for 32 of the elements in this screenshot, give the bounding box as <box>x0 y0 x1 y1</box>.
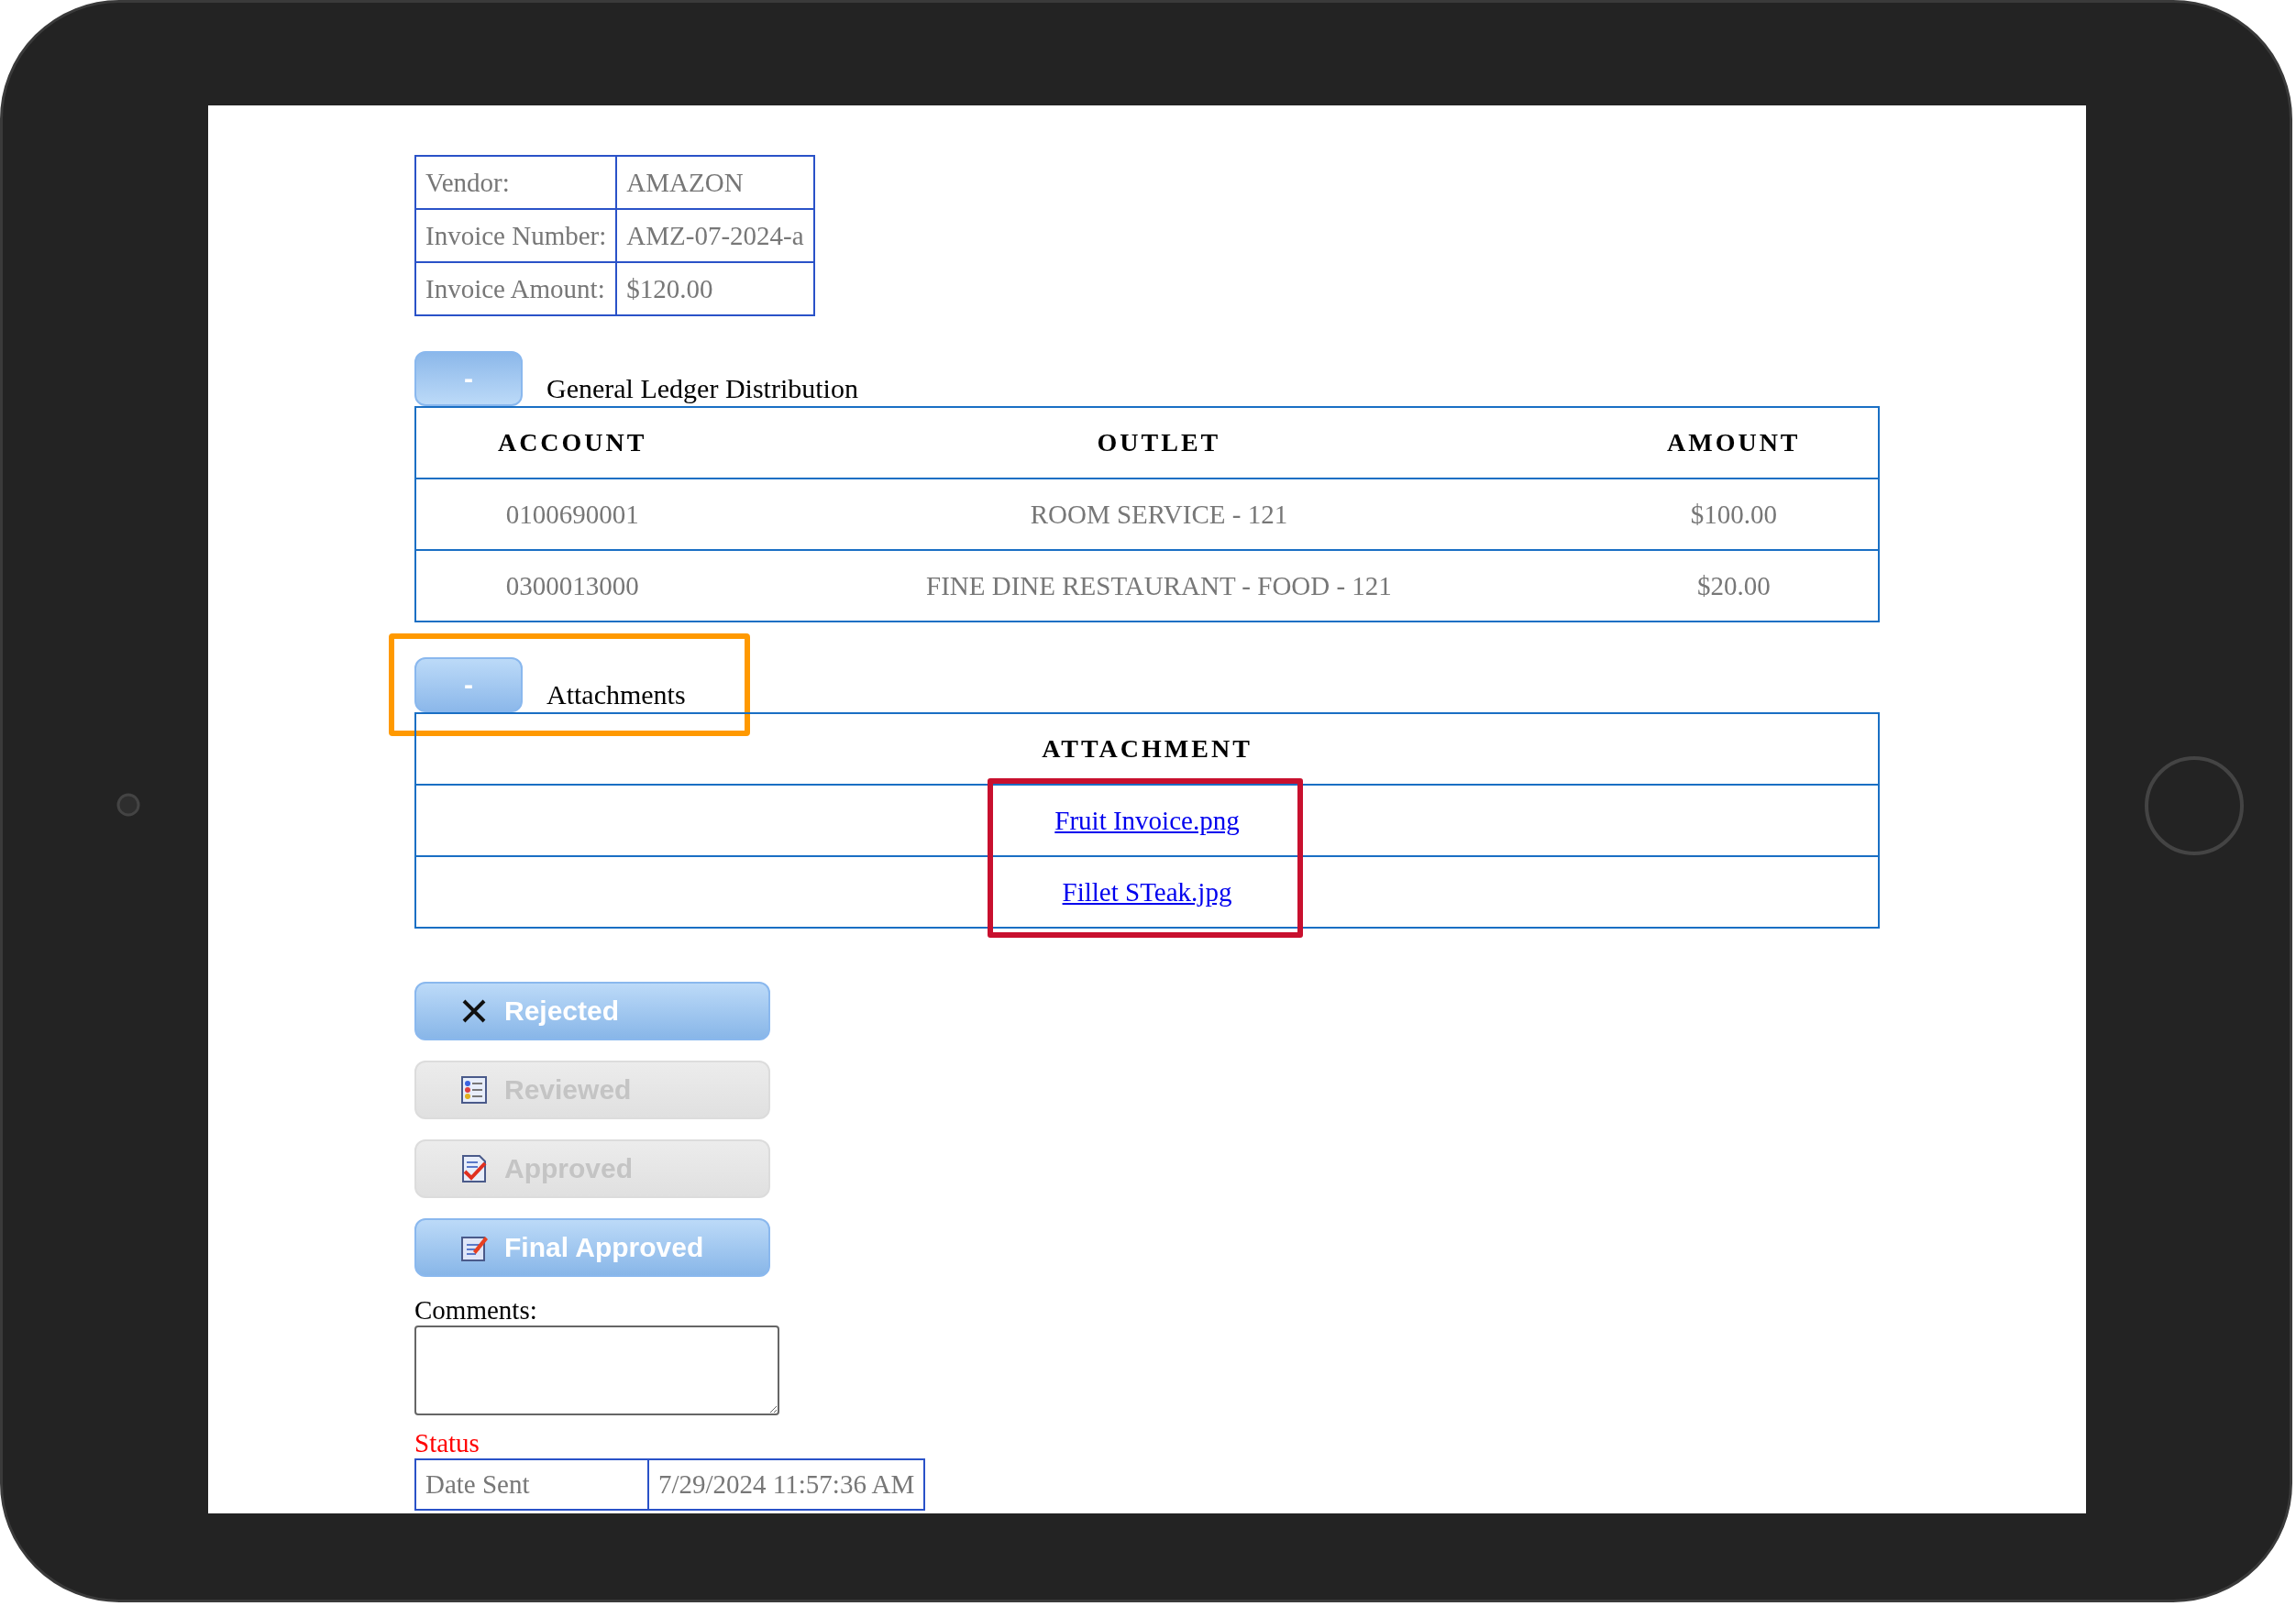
checked-document-icon <box>460 1154 488 1183</box>
collapse-button[interactable]: - <box>414 351 523 406</box>
list-icon <box>460 1075 488 1105</box>
table-cell: $20.00 <box>1589 550 1879 622</box>
camera-icon <box>116 793 140 817</box>
collapse-button[interactable]: - <box>414 657 523 712</box>
column-header: OUTLET <box>728 407 1590 478</box>
action-button[interactable]: Rejected <box>414 982 770 1040</box>
field-value: 7/29/2024 11:57:36 AM <box>648 1459 925 1510</box>
section-title: General Ledger Distribution <box>546 373 858 405</box>
field-value: AMZ-07-2024-a <box>616 209 814 262</box>
field-value: AMAZON <box>616 156 814 209</box>
table-cell: $100.00 <box>1589 478 1879 550</box>
table-cell: 0300013000 <box>415 550 729 622</box>
table-cell: ROOM SERVICE - 121 <box>728 478 1590 550</box>
table-cell: 0100690001 <box>415 478 729 550</box>
field-label: Invoice Number: <box>415 209 617 262</box>
column-header: ACCOUNT <box>415 407 729 478</box>
field-label: Invoice Amount: <box>415 262 617 315</box>
attachment-link[interactable]: Fruit Invoice.png <box>1054 805 1240 835</box>
field-label: Vendor: <box>415 156 617 209</box>
status-title: Status <box>414 1428 480 1458</box>
section-title: Attachments <box>546 679 686 711</box>
field-label: Date Sent <box>415 1459 648 1510</box>
column-header: AMOUNT <box>1589 407 1879 478</box>
action-button[interactable]: Final Approved <box>414 1218 770 1277</box>
attachment-link[interactable]: Fillet STeak.jpg <box>1062 876 1232 907</box>
table-cell: FINE DINE RESTAURANT - FOOD - 121 <box>728 550 1590 622</box>
comments-field[interactable] <box>414 1326 779 1415</box>
field-value: $120.00 <box>616 262 814 315</box>
comments-label: Comments: <box>414 1295 538 1326</box>
column-header: ATTACHMENT <box>415 713 1879 785</box>
